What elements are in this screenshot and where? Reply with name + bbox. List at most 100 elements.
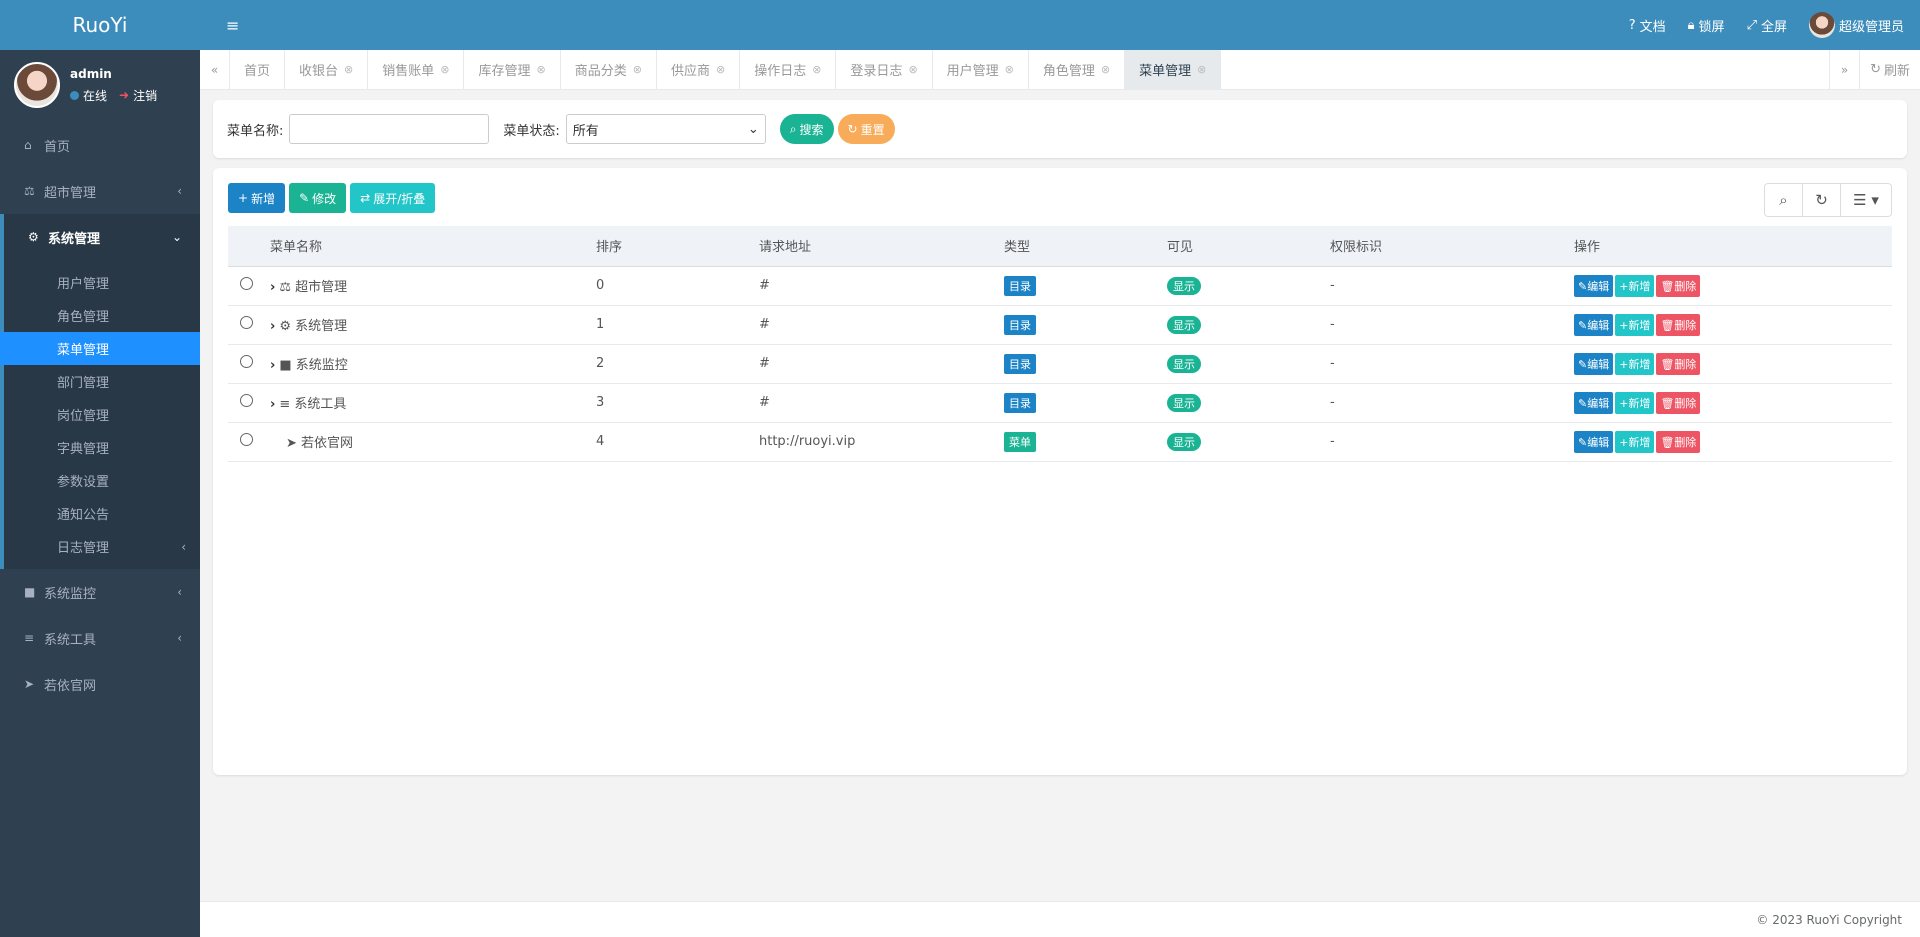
sidebar-item-roles[interactable]: 角色管理 xyxy=(4,299,200,332)
sidebar-item-home[interactable]: ⌂ 首页 xyxy=(0,122,200,168)
menu-status-select[interactable]: 所有 ⌄ xyxy=(565,114,766,144)
user-name: admin xyxy=(70,66,112,81)
tab-inventory[interactable]: 库存管理 ⊗ xyxy=(464,50,561,89)
chevron-left-icon: ‹ xyxy=(177,184,182,198)
sidebar-item-menus[interactable]: 菜单管理 xyxy=(0,332,200,365)
table-row[interactable]: › ■ 系统监控 2 # 目录 显示 - ✎编辑 +新增 🗑︎删除 xyxy=(228,344,1892,384)
sidebar-item-notice[interactable]: 通知公告 xyxy=(4,497,200,530)
tab-roles[interactable]: 角色管理 ⊗ xyxy=(1029,50,1126,89)
search-button[interactable]: ⌕ 搜索 xyxy=(779,114,834,144)
close-icon[interactable]: ⊗ xyxy=(1005,63,1014,76)
table-tools: ⌕ ↻ ☰ ▾ xyxy=(1764,183,1892,217)
sidebar-item-supermarket[interactable]: ⚖ 超市管理 ‹ xyxy=(0,168,200,214)
docs-link[interactable]: ? 文档 xyxy=(1629,16,1666,35)
menu-name-input[interactable] xyxy=(289,114,490,144)
close-icon[interactable]: ⊗ xyxy=(812,63,821,76)
row-add-button[interactable]: +新增 xyxy=(1615,313,1655,336)
tab-label: 收银台 xyxy=(299,64,339,79)
table-row[interactable]: › ⚙ 系统管理 1 # 目录 显示 - ✎编辑 +新增 🗑︎删除 xyxy=(228,305,1892,345)
sidebar-item-label: 系统管理 xyxy=(48,231,101,247)
row-edit-button[interactable]: ✎编辑 xyxy=(1574,430,1614,453)
edit-button[interactable]: ✎ 修改 xyxy=(289,183,347,213)
sidebar-item-tools[interactable]: ≡ 系统工具 ‹ xyxy=(0,615,200,661)
chevron-right-icon[interactable]: › xyxy=(270,319,275,334)
sidebar-item-users[interactable]: 用户管理 xyxy=(4,266,200,299)
tabs-scroll-right-icon[interactable]: » xyxy=(1829,50,1859,89)
row-radio[interactable] xyxy=(240,394,253,407)
close-icon[interactable]: ⊗ xyxy=(716,63,725,76)
sidebar-item-monitor[interactable]: ■ 系统监控 ‹ xyxy=(0,569,200,615)
close-icon[interactable]: ⊗ xyxy=(908,63,917,76)
table-row[interactable]: › ⚖ 超市管理 0 # 目录 显示 - ✎编辑 +新增 🗑︎删除 xyxy=(228,266,1892,306)
columns-icon[interactable]: ☰ ▾ xyxy=(1840,183,1892,217)
row-edit-button[interactable]: ✎编辑 xyxy=(1574,313,1614,336)
chevron-right-icon[interactable]: › xyxy=(270,397,275,412)
refresh-tab-button[interactable]: ↻ 刷新 xyxy=(1859,50,1920,89)
user-menu[interactable]: 超级管理员 xyxy=(1808,12,1904,38)
row-delete-button[interactable]: 🗑︎删除 xyxy=(1656,274,1701,297)
row-radio[interactable] xyxy=(240,433,253,446)
sidebar-item-label: 首页 xyxy=(44,139,71,155)
logout-icon[interactable]: ➜ xyxy=(119,88,129,102)
close-icon[interactable]: ⊗ xyxy=(1197,63,1206,76)
refresh-icon[interactable]: ↻ xyxy=(1802,183,1841,217)
table-row[interactable]: ➤ 若依官网 4 http://ruoyi.vip 菜单 显示 - ✎编辑 +新增… xyxy=(228,422,1892,462)
row-delete-button[interactable]: 🗑︎删除 xyxy=(1656,352,1701,375)
tab-category[interactable]: 商品分类 ⊗ xyxy=(561,50,657,89)
fullscreen-link[interactable]: ⤢ 全屏 xyxy=(1747,16,1787,35)
close-icon[interactable]: ⊗ xyxy=(440,63,449,76)
row-add-button[interactable]: +新增 xyxy=(1615,352,1655,375)
chevron-right-icon[interactable]: › xyxy=(270,280,275,295)
table-row[interactable]: › ≡ 系统工具 3 # 目录 显示 - ✎编辑 +新增 🗑︎删除 xyxy=(228,383,1892,423)
tab-sales[interactable]: 销售账单 ⊗ xyxy=(368,50,465,89)
add-button[interactable]: + 新增 xyxy=(228,183,286,213)
plus-icon: + xyxy=(238,191,249,205)
sidebar-item-website[interactable]: ➤ 若依官网 xyxy=(0,661,200,707)
row-edit-button[interactable]: ✎编辑 xyxy=(1574,391,1614,414)
close-icon[interactable]: ⊗ xyxy=(344,63,353,76)
tab-label: 操作日志 xyxy=(754,64,807,79)
row-edit-label: 编辑 xyxy=(1587,396,1610,410)
lock-link[interactable]: 🔒︎ 锁屏 xyxy=(1688,16,1725,35)
sidebar-item-system[interactable]: ⚙ 系统管理 ⌄ xyxy=(0,214,200,260)
chevron-left-icon: ‹ xyxy=(181,539,186,554)
row-edit-button[interactable]: ✎编辑 xyxy=(1574,274,1614,297)
tab-menus[interactable]: 菜单管理 ⊗ xyxy=(1125,50,1222,89)
chevron-right-icon[interactable]: › xyxy=(270,358,275,373)
tabs-scroll-left-icon[interactable]: « xyxy=(200,50,230,89)
close-icon[interactable]: ⊗ xyxy=(1101,63,1110,76)
row-delete-button[interactable]: 🗑︎删除 xyxy=(1656,391,1701,414)
row-add-button[interactable]: +新增 xyxy=(1615,430,1655,453)
sidebar-item-posts[interactable]: 岗位管理 xyxy=(4,398,200,431)
row-add-label: 新增 xyxy=(1628,279,1651,293)
tab-supplier[interactable]: 供应商 ⊗ xyxy=(657,50,741,89)
row-delete-button[interactable]: 🗑︎删除 xyxy=(1656,430,1701,453)
row-edit-button[interactable]: ✎编辑 xyxy=(1574,352,1614,375)
tab-oper-log[interactable]: 操作日志 ⊗ xyxy=(740,50,837,89)
search-icon[interactable]: ⌕ xyxy=(1764,183,1803,217)
tab-users[interactable]: 用户管理 ⊗ xyxy=(933,50,1029,89)
row-add-button[interactable]: +新增 xyxy=(1615,391,1655,414)
tab-home[interactable]: 首页 xyxy=(230,50,286,89)
tab-cashier[interactable]: 收银台 ⊗ xyxy=(285,50,369,89)
row-radio[interactable] xyxy=(240,355,253,368)
app-logo[interactable]: RuoYi xyxy=(0,0,200,50)
row-delete-button[interactable]: 🗑︎删除 xyxy=(1656,313,1701,336)
sidebar-item-logs[interactable]: 日志管理 ‹ xyxy=(4,530,200,563)
row-radio[interactable] xyxy=(240,316,253,329)
sidebar-item-config[interactable]: 参数设置 xyxy=(4,464,200,497)
close-icon[interactable]: ⊗ xyxy=(633,63,642,76)
row-add-button[interactable]: +新增 xyxy=(1615,274,1655,297)
expand-collapse-button[interactable]: ⇄ 展开/折叠 xyxy=(350,183,436,213)
tab-login-log[interactable]: 登录日志 ⊗ xyxy=(836,50,933,89)
close-icon[interactable]: ⊗ xyxy=(537,63,546,76)
sidebar-item-depts[interactable]: 部门管理 xyxy=(4,365,200,398)
page-tabs: « 首页 收银台 ⊗ 销售账单 ⊗ 库存管理 ⊗ 商品分类 ⊗ 供应商 ⊗ 操作日志 ⊗ 登… xyxy=(200,50,1920,90)
logout-link[interactable]: 注销 xyxy=(133,87,157,104)
sidebar-item-dicts[interactable]: 字典管理 xyxy=(4,431,200,464)
hamburger-icon[interactable]: ≡ xyxy=(226,16,239,35)
row-radio[interactable] xyxy=(240,277,253,290)
avatar[interactable] xyxy=(14,62,60,108)
reset-button[interactable]: ↻ 重置 xyxy=(837,114,895,144)
visible-badge: 显示 xyxy=(1167,354,1201,373)
